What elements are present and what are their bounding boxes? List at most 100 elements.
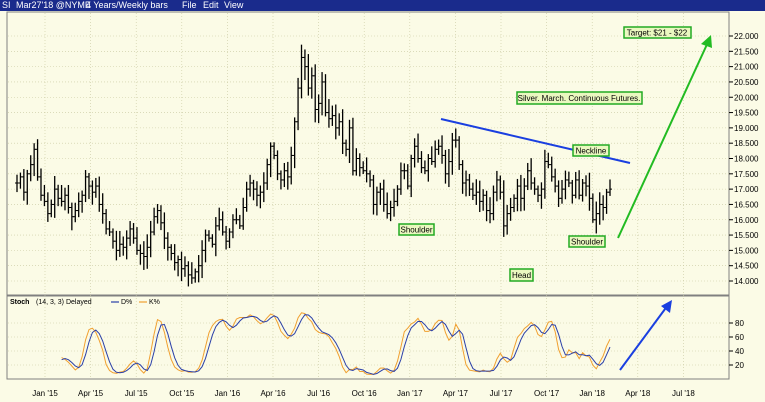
ohlc-bar bbox=[158, 205, 163, 231]
ohlc-bar bbox=[100, 193, 105, 224]
stoch-panel-frame bbox=[6, 295, 730, 380]
ohlc-bar bbox=[186, 261, 191, 287]
ohlc-bar bbox=[227, 228, 232, 249]
ohlc-bar bbox=[361, 161, 366, 175]
ohlc-bar bbox=[306, 54, 311, 96]
ohlc-bar bbox=[488, 197, 493, 224]
ohlc-bar bbox=[302, 49, 307, 81]
ohlc-bar bbox=[237, 214, 242, 229]
ohlc-bar bbox=[73, 202, 78, 223]
ohlc-bar bbox=[563, 170, 568, 200]
ohlc-bar bbox=[234, 208, 239, 225]
ohlc-bar bbox=[333, 104, 338, 140]
ohlc-bar bbox=[350, 117, 355, 176]
time-tick-label: Apr '17 bbox=[443, 389, 469, 398]
ohlc-bar bbox=[289, 146, 294, 185]
ohlc-bar bbox=[217, 207, 222, 231]
ohlc-bar bbox=[536, 185, 541, 203]
stoch-params: (14, 3, 3) Delayed bbox=[36, 299, 92, 306]
ohlc-bar bbox=[587, 172, 592, 211]
ohlc-bar bbox=[532, 177, 537, 195]
ohlc-bar bbox=[189, 262, 194, 284]
ohlc-bar bbox=[145, 234, 150, 269]
ohlc-bar bbox=[278, 170, 283, 190]
ohlc-bar bbox=[525, 162, 530, 191]
ohlc-bar bbox=[518, 174, 523, 212]
ohlc-bar bbox=[62, 187, 67, 211]
price-tick-label: 20.500 bbox=[734, 78, 759, 87]
ohlc-bar bbox=[128, 221, 133, 246]
ohlc-bar bbox=[608, 179, 612, 196]
ohlc-bar bbox=[131, 223, 136, 244]
ohlc-bar bbox=[584, 175, 589, 197]
ohlc-bar bbox=[542, 149, 547, 199]
ohlc-bar bbox=[484, 190, 489, 222]
stoch-tick-label: 20 bbox=[735, 361, 744, 370]
price-tick-label: 15.000 bbox=[734, 246, 759, 255]
ohlc-bar bbox=[241, 197, 246, 230]
time-tick-label: Apr '15 bbox=[78, 389, 104, 398]
ohlc-bar bbox=[405, 164, 410, 190]
ohlc-bar bbox=[59, 185, 64, 207]
ohlc-bar bbox=[285, 161, 290, 190]
ohlc-bar bbox=[577, 170, 582, 200]
time-tick-label: Apr '16 bbox=[260, 389, 286, 398]
ohlc-bar bbox=[388, 200, 393, 222]
ohlc-bar bbox=[93, 177, 98, 198]
stoch-arrow bbox=[619, 304, 669, 371]
ohlc-bar bbox=[402, 163, 407, 180]
time-tick-label: Jul '15 bbox=[125, 389, 148, 398]
ohlc-bar bbox=[104, 209, 109, 235]
ohlc-bar bbox=[169, 244, 174, 261]
ohlc-bar bbox=[148, 220, 153, 258]
ohlc-bar bbox=[594, 201, 599, 234]
price-tick-label: 21.500 bbox=[734, 47, 759, 56]
ohlc-bar bbox=[457, 136, 462, 170]
ohlc-bar bbox=[498, 175, 503, 200]
ohlc-bar bbox=[316, 94, 321, 124]
ohlc-bar bbox=[470, 182, 475, 201]
ohlc-bar bbox=[368, 170, 373, 188]
ohlc-bar bbox=[601, 195, 606, 221]
ohlc-bar bbox=[66, 184, 71, 214]
target-label: Target: $21 - $22 bbox=[627, 29, 688, 38]
ohlc-bar bbox=[69, 202, 74, 231]
stoch-tick-label: 80 bbox=[735, 319, 744, 328]
price-tick-label: 17.500 bbox=[734, 170, 759, 179]
ohlc-bar bbox=[580, 178, 585, 202]
target-arrow bbox=[617, 39, 710, 239]
price-tick-label: 16.500 bbox=[734, 200, 759, 209]
ohlc-bar bbox=[141, 241, 146, 270]
time-axis: Jan '15 Apr '15 Jul '15 Oct '15 Jan '16 Apr '… bbox=[32, 389, 695, 398]
ohlc-bar bbox=[433, 140, 438, 168]
ohlc-bar bbox=[422, 160, 427, 175]
ohlc-bar bbox=[320, 72, 325, 116]
price-tick-label: 19.500 bbox=[734, 109, 759, 118]
ohlc-bar bbox=[107, 221, 112, 237]
time-tick-label: Jul '18 bbox=[672, 389, 695, 398]
ohlc-bar bbox=[323, 74, 328, 117]
ohlc-bar bbox=[213, 217, 218, 257]
time-tick-label: Jan '18 bbox=[579, 389, 605, 398]
ohlc-bar bbox=[110, 228, 115, 249]
ohlc-bar bbox=[200, 240, 205, 279]
ohlc-bar bbox=[56, 184, 61, 207]
ohlc-bar bbox=[515, 178, 520, 212]
ohlc-bar bbox=[193, 268, 198, 283]
chart-window: SI Mar27'18 @NYME 4 Years/Weekly bars Fi… bbox=[0, 0, 765, 402]
ohlc-bar bbox=[309, 67, 314, 99]
ohlc-bar bbox=[512, 194, 517, 213]
ohlc-bar bbox=[18, 172, 23, 189]
ohlc-bar bbox=[254, 181, 259, 207]
ohlc-bar bbox=[560, 179, 565, 204]
ohlc-bar bbox=[124, 230, 129, 260]
ohlc-bar bbox=[86, 172, 91, 200]
ohlc-bar bbox=[172, 244, 177, 271]
price-tick-label: 19.000 bbox=[734, 124, 759, 133]
ohlc-bar bbox=[97, 176, 102, 212]
price-axis: 22.000 21.500 21.000 20.500 20.000 19.500 19.0… bbox=[729, 32, 759, 286]
ohlc-bar bbox=[566, 171, 571, 188]
ohlc-bar bbox=[121, 236, 126, 256]
time-tick-label: Jul '17 bbox=[490, 389, 513, 398]
price-tick-label: 15.500 bbox=[734, 231, 759, 240]
